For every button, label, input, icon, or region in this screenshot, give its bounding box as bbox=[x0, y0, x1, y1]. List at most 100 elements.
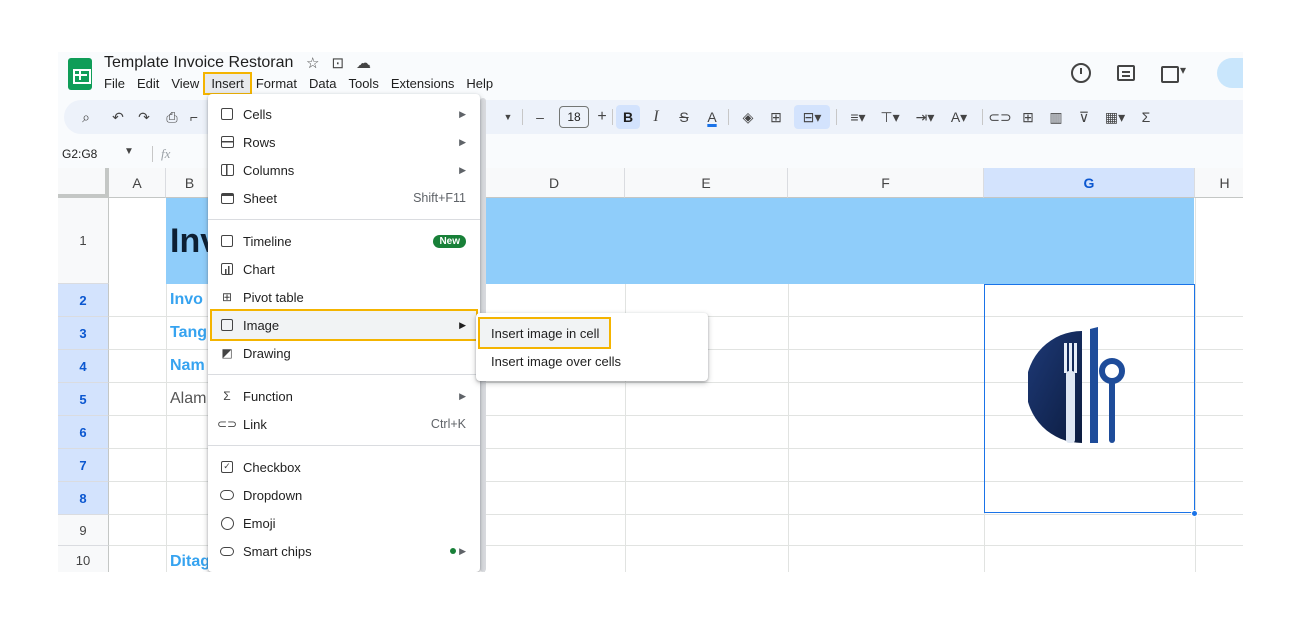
row-header[interactable]: 3 bbox=[58, 317, 109, 350]
text-color-button[interactable]: A bbox=[702, 100, 722, 134]
menu-edit[interactable]: Edit bbox=[131, 74, 165, 93]
spoon-head bbox=[1099, 358, 1125, 384]
billed-to-label: Ditag bbox=[170, 553, 210, 570]
menu-item-link[interactable]: ⊂⊃ Link Ctrl+K bbox=[208, 410, 480, 438]
version-history-icon[interactable] bbox=[1071, 63, 1091, 83]
filter-icon[interactable]: ⊽ bbox=[1074, 100, 1094, 134]
decrease-font-size-button[interactable]: – bbox=[530, 100, 550, 134]
fill-color-icon[interactable]: ◈ bbox=[738, 100, 758, 134]
pivot-table-icon: ⊞ bbox=[221, 290, 233, 304]
fill-handle[interactable] bbox=[1191, 510, 1198, 517]
menu-item-function[interactable]: Σ Function ▶ bbox=[208, 382, 480, 410]
star-icon[interactable]: ☆ bbox=[306, 54, 319, 72]
menu-format[interactable]: Format bbox=[250, 74, 303, 93]
font-size-input[interactable]: 18 bbox=[559, 106, 589, 128]
italic-button[interactable]: I bbox=[646, 100, 666, 134]
merge-cells-icon[interactable]: ⊟▾ bbox=[794, 105, 830, 129]
menu-data[interactable]: Data bbox=[303, 74, 342, 93]
menu-extensions[interactable]: Extensions bbox=[385, 74, 461, 93]
row-header[interactable]: 1 bbox=[58, 198, 109, 284]
cloud-status-icon[interactable]: ☁ bbox=[356, 54, 371, 72]
dropdown-icon bbox=[220, 488, 234, 502]
menu-tools[interactable]: Tools bbox=[342, 74, 384, 93]
text-wrapping-icon[interactable]: ⇥▾ bbox=[910, 100, 940, 134]
row-header[interactable]: 5 bbox=[58, 383, 109, 416]
menu-item-label: Cells bbox=[243, 106, 272, 122]
row-header[interactable]: 9 bbox=[58, 515, 109, 546]
column-header[interactable]: D bbox=[484, 168, 625, 198]
horizontal-align-icon[interactable]: ≡▾ bbox=[844, 100, 872, 134]
row-header[interactable]: 2 bbox=[58, 284, 109, 317]
insert-link-icon[interactable]: ⊂⊃ bbox=[988, 100, 1011, 134]
menu-item-checkbox[interactable]: ✓ Checkbox bbox=[208, 453, 480, 481]
menu-item-image[interactable]: Image ▶ bbox=[210, 309, 478, 341]
menu-item-timeline[interactable]: Timeline New bbox=[208, 227, 480, 255]
borders-icon[interactable]: ⊞ bbox=[766, 100, 786, 134]
row-header[interactable]: 7 bbox=[58, 449, 109, 482]
row-header[interactable]: 10 bbox=[58, 546, 109, 572]
status-dot bbox=[450, 548, 456, 554]
restaurant-logo-image[interactable] bbox=[1028, 323, 1148, 453]
menu-item-label: Smart chips bbox=[243, 543, 312, 559]
paint-format-icon[interactable]: ⌐ bbox=[184, 100, 204, 134]
row-header[interactable]: 4 bbox=[58, 350, 109, 383]
menu-file[interactable]: File bbox=[98, 74, 131, 93]
menu-item-label: Image bbox=[243, 317, 280, 333]
move-folder-icon[interactable]: ⊡ bbox=[331, 54, 344, 72]
cells-icon bbox=[220, 107, 234, 121]
column-header[interactable]: H bbox=[1195, 168, 1243, 198]
menu-insert[interactable]: Insert bbox=[203, 72, 252, 95]
sigma-icon: Σ bbox=[223, 389, 231, 403]
menu-item-drawing[interactable]: ◩ Drawing bbox=[208, 339, 480, 367]
insert-image-over-cells-item[interactable]: Insert image over cells bbox=[476, 347, 708, 375]
drawing-icon: ◩ bbox=[221, 346, 233, 360]
menu-help[interactable]: Help bbox=[460, 74, 499, 93]
submenu-arrow-icon: ▶ bbox=[459, 319, 466, 330]
row-header[interactable]: 8 bbox=[58, 482, 109, 515]
menu-item-smart-chips[interactable]: Smart chips ▶ bbox=[208, 537, 480, 565]
chart-icon bbox=[220, 262, 234, 276]
document-title[interactable]: Template Invoice Restoran bbox=[104, 54, 293, 72]
toolbar-divider bbox=[728, 109, 729, 125]
row-header[interactable]: 6 bbox=[58, 416, 109, 449]
menu-item-dropdown[interactable]: Dropdown bbox=[208, 481, 480, 509]
image-submenu: Insert image in cell Insert image over c… bbox=[476, 313, 708, 381]
menu-item-columns[interactable]: Columns ▶ bbox=[208, 156, 480, 184]
redo-icon[interactable]: ↷ bbox=[134, 100, 154, 134]
insert-chart-icon[interactable]: ▥ bbox=[1046, 100, 1066, 134]
menu-divider bbox=[208, 219, 480, 220]
select-all-corner[interactable] bbox=[58, 168, 109, 198]
sheets-logo-icon[interactable] bbox=[68, 58, 92, 90]
avatar[interactable] bbox=[1217, 58, 1243, 88]
name-box-dropdown-icon[interactable]: ▼ bbox=[124, 146, 134, 157]
insert-image-in-cell-item[interactable]: Insert image in cell bbox=[478, 317, 611, 349]
filter-views-icon[interactable]: ▦▾ bbox=[1100, 100, 1130, 134]
column-header[interactable]: B bbox=[166, 168, 214, 198]
menu-item-chart[interactable]: Chart bbox=[208, 255, 480, 283]
name-box[interactable]: G2:G8 bbox=[62, 147, 97, 161]
column-header[interactable]: G bbox=[984, 168, 1195, 198]
increase-font-size-button[interactable]: + bbox=[592, 100, 612, 134]
menu-item-pivot-table[interactable]: ⊞ Pivot table bbox=[208, 283, 480, 311]
print-icon[interactable]: ⎙ bbox=[162, 100, 182, 134]
column-header[interactable]: E bbox=[625, 168, 788, 198]
insert-comment-icon[interactable]: ⊞ bbox=[1018, 100, 1038, 134]
strikethrough-button[interactable]: S bbox=[674, 100, 694, 134]
menu-item-cells[interactable]: Cells ▶ bbox=[208, 100, 480, 128]
text-rotation-icon[interactable]: A▾ bbox=[944, 100, 974, 134]
vertical-align-icon[interactable]: ⊤▾ bbox=[876, 100, 904, 134]
menu-view[interactable]: View bbox=[165, 74, 205, 93]
fork-tine bbox=[1074, 343, 1077, 373]
comments-icon[interactable] bbox=[1117, 65, 1135, 81]
search-menus-icon[interactable]: ⌕ bbox=[76, 100, 96, 134]
bold-button[interactable]: B bbox=[616, 105, 640, 129]
functions-button[interactable]: Σ bbox=[1136, 100, 1156, 134]
undo-icon[interactable]: ↶ bbox=[108, 100, 128, 134]
font-dropdown-arrow-icon[interactable]: ▼ bbox=[500, 100, 516, 134]
column-header[interactable]: F bbox=[788, 168, 984, 198]
menu-item-emoji[interactable]: Emoji bbox=[208, 509, 480, 537]
column-header[interactable]: A bbox=[109, 168, 166, 198]
menu-item-sheet[interactable]: Sheet Shift+F11 bbox=[208, 184, 480, 212]
meet-icon[interactable] bbox=[1161, 63, 1191, 83]
menu-item-rows[interactable]: Rows ▶ bbox=[208, 128, 480, 156]
